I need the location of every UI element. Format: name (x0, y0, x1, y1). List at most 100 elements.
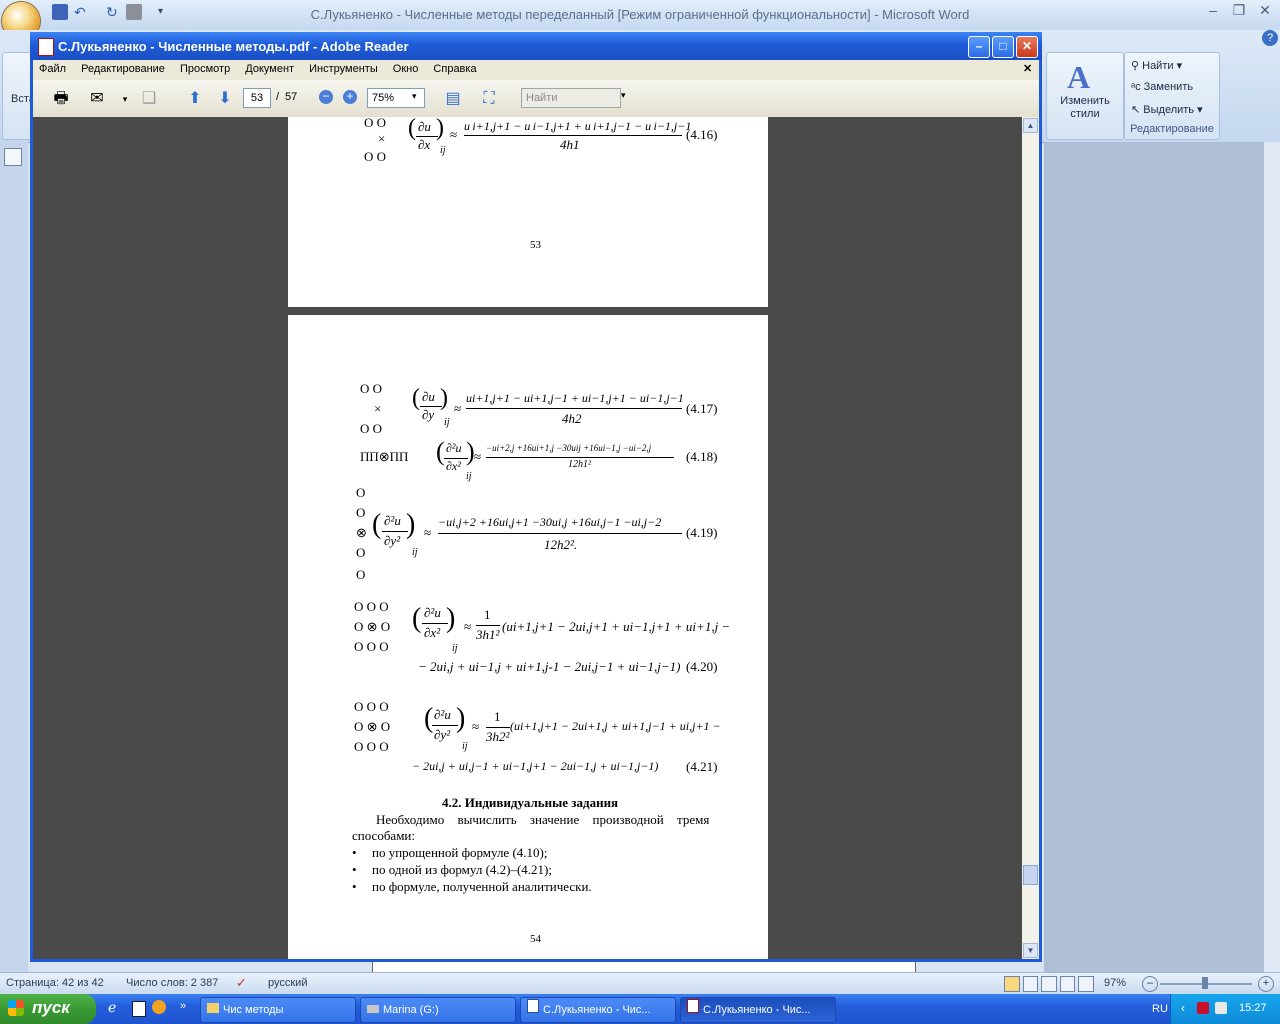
lhs-subscript: ij (452, 643, 458, 654)
lhs-fraction-bar (382, 531, 408, 532)
lhs-fraction-bar (432, 725, 458, 726)
search-dropdown-icon[interactable]: ▾ (621, 90, 626, 101)
zoom-in-icon[interactable]: + (343, 90, 357, 104)
spelling-icon[interactable]: ✓ (236, 975, 247, 991)
windows-logo-icon (8, 1000, 24, 1016)
word-minimize-button[interactable]: – (1200, 0, 1226, 20)
zoom-slider-thumb[interactable] (1202, 977, 1208, 989)
zoom-out-icon[interactable]: – (1142, 976, 1158, 992)
outline-view-icon[interactable] (1059, 976, 1076, 992)
scroll-thumb[interactable] (1023, 865, 1038, 885)
stencil-row-2: O ⊗ O (354, 619, 391, 634)
cursor-icon: ↖ (1131, 104, 1144, 116)
redo-icon[interactable]: ↻ (106, 4, 122, 20)
rhs-denominator: 4h1 (560, 137, 580, 152)
save-icon[interactable] (52, 4, 68, 20)
print-icon[interactable] (126, 4, 142, 20)
menu-document[interactable]: Документ (245, 63, 294, 75)
change-styles-label-2[interactable]: стили (1047, 108, 1123, 120)
task-word[interactable]: С.Лукьяненко - Чис... (520, 997, 676, 1023)
intro-line-1: Необходимо вычислить значение производно… (376, 812, 710, 827)
zoom-in-icon[interactable]: + (1258, 976, 1274, 992)
approx-sign: ≈ (472, 719, 480, 734)
menu-edit[interactable]: Редактирование (81, 63, 165, 75)
pdf-document-view[interactable]: O O × O O ( ∂u ∂x ) ij ≈ u i+1,j+1 − u i… (33, 117, 1022, 959)
select-button[interactable]: ↖ Выделить ▾ (1131, 103, 1203, 116)
scroll-down-icon[interactable]: ▼ (1023, 943, 1038, 958)
zoom-level[interactable]: 97% (1104, 977, 1126, 989)
start-button[interactable]: пуск (0, 994, 96, 1024)
zoom-out-icon[interactable]: − (319, 90, 333, 104)
print-layout-view-icon[interactable] (1004, 976, 1020, 992)
search-box[interactable]: Найти (521, 88, 621, 108)
customize-qat-icon[interactable]: ▾ (158, 4, 174, 20)
quick-launch-expand-icon[interactable]: » (180, 1000, 186, 1012)
change-styles-label-1[interactable]: Изменить (1047, 95, 1123, 107)
print-icon[interactable]: 🖶 (49, 88, 73, 110)
reader-menu-bar: Файл Редактирование Просмотр Документ Ин… (33, 60, 1039, 80)
help-icon[interactable]: ? (1262, 30, 1278, 46)
menu-window[interactable]: Окно (393, 63, 419, 75)
tray-expand-icon[interactable]: ‹ (1181, 1001, 1185, 1015)
find-button[interactable]: ⚲ Найти ▾ (1131, 59, 1182, 72)
stencil-row-1: O O O (354, 599, 389, 614)
menu-tools[interactable]: Инструменты (309, 63, 378, 75)
reader-close-button[interactable]: ✕ (1016, 36, 1038, 58)
task-folder[interactable]: Чис методы (200, 997, 356, 1023)
web-layout-view-icon[interactable] (1041, 976, 1057, 992)
scroll-up-icon[interactable]: ▲ (1023, 118, 1038, 133)
word-close-button[interactable]: ✕ (1252, 0, 1278, 20)
status-page[interactable]: Страница: 42 из 42 (6, 977, 104, 989)
bullet-text-3: по формуле, полученной аналитически. (372, 879, 592, 894)
language-indicator[interactable]: RU (1152, 1003, 1168, 1015)
status-language[interactable]: русский (268, 977, 307, 989)
fit-page-icon[interactable]: ▤ (441, 88, 465, 110)
stencil-col-3: ⊗ (356, 525, 367, 540)
rhs-denominator: 4h2 (562, 411, 582, 426)
status-words[interactable]: Число слов: 2 387 (126, 977, 218, 989)
section-title: 4.2. Индивидуальные задания (442, 795, 619, 810)
lhs-fraction-bar (422, 623, 448, 624)
equation-label: (4.17) (686, 401, 718, 416)
page-number-input[interactable] (243, 88, 271, 108)
pdf-file-icon (687, 999, 699, 1013)
ruler-toggle-icon[interactable] (4, 148, 22, 166)
full-screen-view-icon[interactable] (1022, 976, 1039, 992)
antivirus-icon[interactable] (1197, 1002, 1209, 1014)
paren-right: ) (456, 703, 466, 734)
task-adobe-reader[interactable]: С.Лукьяненко - Чис... (680, 997, 836, 1023)
email-dropdown-icon[interactable]: ▾ (113, 88, 137, 110)
next-page-icon[interactable]: ⬇ (213, 88, 237, 110)
word-vertical-scrollbar[interactable] (1264, 142, 1280, 972)
lhs-numerator: ∂u (422, 389, 435, 404)
email-icon[interactable]: ✉ (85, 88, 109, 110)
replace-button[interactable]: ᵃc Заменить (1131, 81, 1193, 93)
internet-explorer-icon[interactable]: ℯ (108, 999, 124, 1015)
zoom-select[interactable]: 75% ▾ (367, 88, 425, 108)
previous-page-icon[interactable]: ⬆ (183, 88, 207, 110)
fit-width-icon[interactable]: ⛶ (477, 88, 501, 110)
close-document-icon[interactable]: ✕ (1023, 62, 1032, 75)
rhs-denominator: 12h1² (568, 459, 591, 470)
word-window-title: С.Лукьяненко - Численные методы передела… (310, 7, 970, 22)
quick-launch-doc-icon[interactable] (132, 1001, 146, 1017)
stencil-row-3: O O O (354, 739, 389, 754)
comment-icon[interactable]: ❑ (137, 88, 161, 110)
word-maximize-button[interactable]: ❐ (1226, 0, 1252, 20)
bullet-1: • (352, 845, 357, 860)
menu-view[interactable]: Просмотр (180, 63, 230, 75)
menu-help[interactable]: Справка (433, 63, 476, 75)
draft-view-icon[interactable] (1078, 976, 1094, 992)
reader-vertical-scrollbar[interactable]: ▲ ▼ (1022, 117, 1039, 959)
menu-file[interactable]: Файл (39, 63, 66, 75)
stencil-col-1: O (356, 485, 366, 500)
undo-icon[interactable]: ↶ (74, 4, 90, 20)
lhs-subscript: ij (466, 471, 472, 482)
reader-maximize-button[interactable]: □ (992, 36, 1014, 58)
network-icon[interactable] (1215, 1002, 1227, 1014)
reader-minimize-button[interactable]: – (968, 36, 990, 58)
media-player-icon[interactable] (152, 1000, 166, 1014)
rhs-numerator: ui+1,j+1 − ui+1,j−1 + ui−1,j+1 − ui−1,j−… (466, 391, 684, 405)
task-drive[interactable]: Marina (G:) (360, 997, 516, 1023)
stencil-bottom: O O (364, 149, 387, 164)
